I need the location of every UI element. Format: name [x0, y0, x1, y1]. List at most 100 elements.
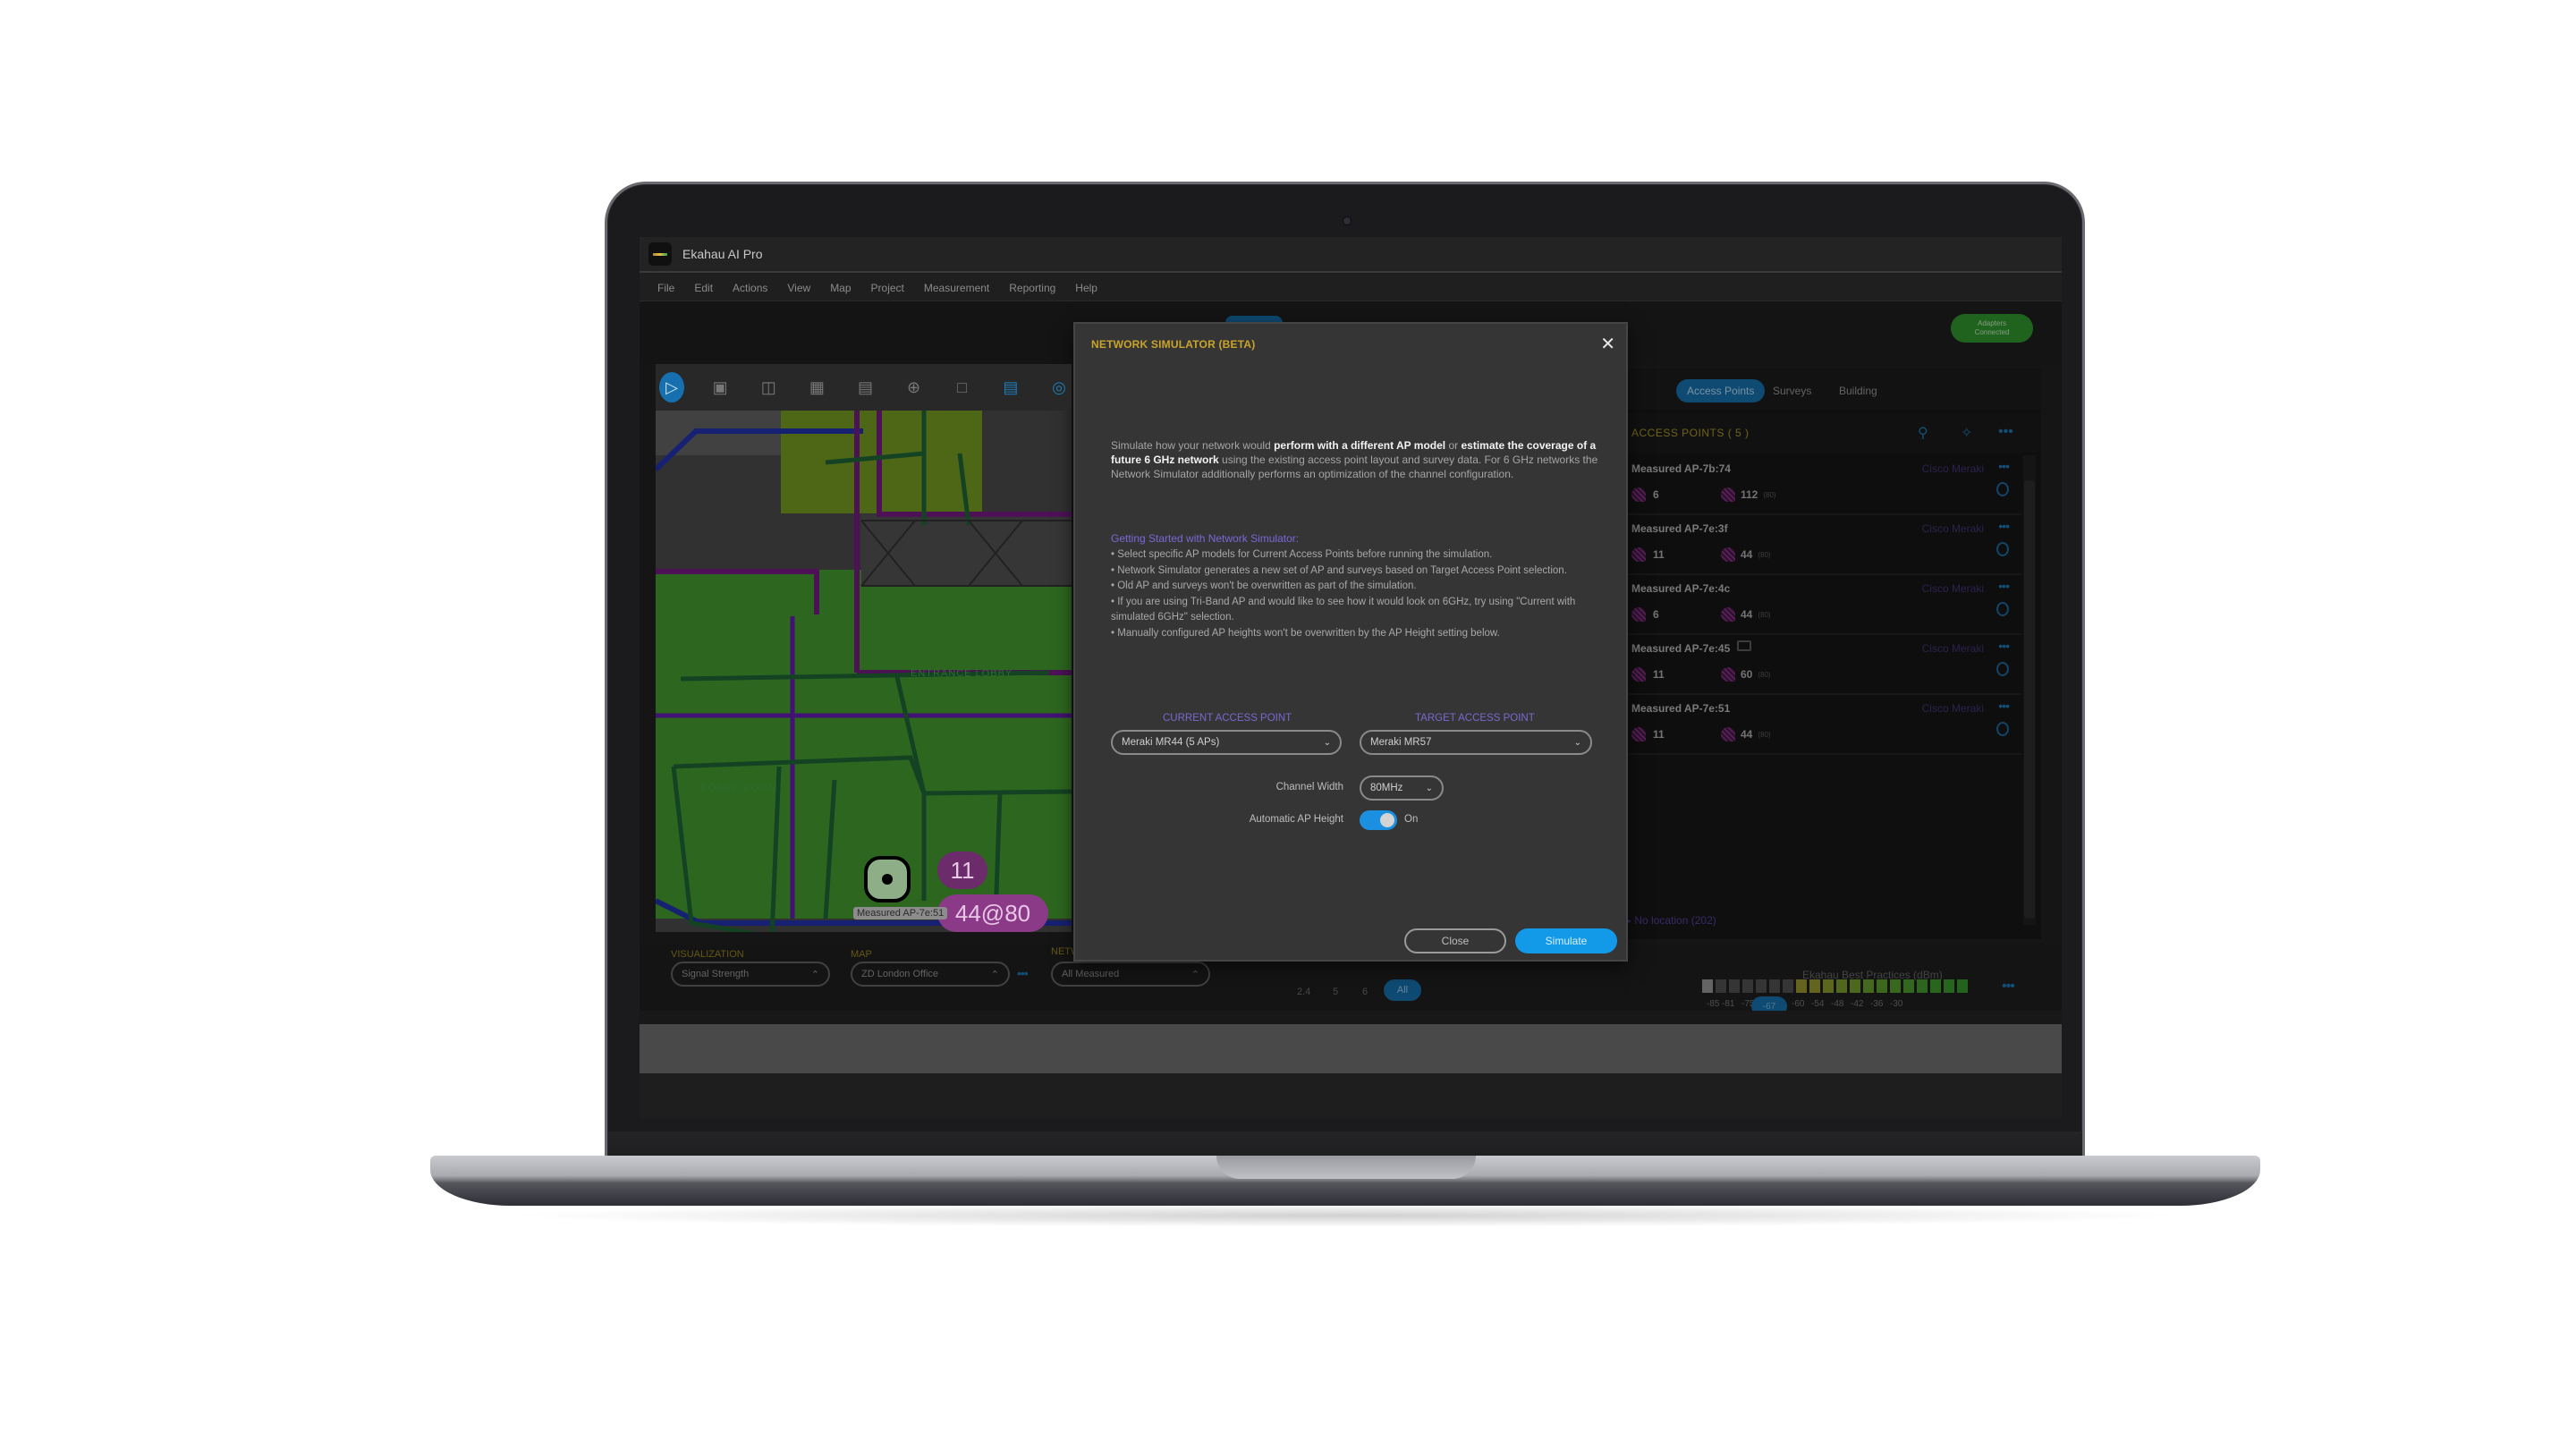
- map-select[interactable]: ZD London Office ⌃: [851, 962, 1010, 987]
- ap-list-item[interactable]: Measured AP-7e:4c Cisco Meraki ••• 6 44 (80): [1621, 575, 2021, 635]
- title-bar: Ekahau AI Pro: [640, 237, 2062, 273]
- tip-item: If you are using Tri-Band AP and would l…: [1111, 595, 1603, 626]
- close-icon[interactable]: ✕: [1600, 333, 1615, 355]
- channel-24-value: 11: [1653, 728, 1665, 741]
- channel-width-value: 80MHz: [1370, 783, 1403, 793]
- ap-tool-icon[interactable]: ▤: [852, 372, 877, 402]
- band-6[interactable]: 6: [1362, 987, 1368, 997]
- target-ap-label: TARGET ACCESS POINT: [1415, 713, 1535, 724]
- map-toolbar: ▷ ▣ ◫ ▦ ▤ ⊕ □ ▤ ◎: [656, 364, 1072, 411]
- adapters-status-button[interactable]: Adapters Connected: [1951, 314, 2033, 343]
- ap-list-item[interactable]: Measured AP-7e:51 Cisco Meraki ••• 11 44 (80): [1621, 695, 2021, 755]
- ap-channel-24: 11: [1631, 727, 1665, 741]
- more-icon[interactable]: •••: [1998, 424, 2013, 440]
- radio-24-icon: [1631, 487, 1646, 502]
- locate-icon[interactable]: [1996, 722, 2009, 736]
- auto-height-label: Automatic AP Height: [1249, 814, 1343, 825]
- select-tool-icon[interactable]: ▷: [659, 372, 685, 402]
- channel-24-value: 11: [1653, 668, 1665, 681]
- current-ap-select[interactable]: Meraki MR44 (5 APs) ⌄: [1111, 730, 1342, 755]
- visualization-value: Signal Strength: [682, 969, 750, 979]
- menu-help[interactable]: Help: [1075, 282, 1097, 294]
- access-point-marker[interactable]: [864, 856, 911, 902]
- ap-list-item[interactable]: Measured AP-7e:3f Cisco Meraki ••• 11 44 (80): [1621, 515, 2021, 575]
- more-icon[interactable]: •••: [1998, 459, 2010, 473]
- tab-building[interactable]: Building: [1828, 379, 1888, 402]
- no-location-label: No location (202): [1634, 914, 1716, 927]
- menu-edit[interactable]: Edit: [694, 282, 713, 294]
- simulate-button[interactable]: Simulate: [1515, 928, 1617, 953]
- tab-access-points[interactable]: Access Points: [1676, 379, 1766, 402]
- menu-reporting[interactable]: Reporting: [1009, 282, 1055, 294]
- close-button[interactable]: Close: [1404, 928, 1506, 953]
- legend-more-icon[interactable]: •••: [2002, 979, 2015, 995]
- radio-5-icon: [1721, 547, 1735, 562]
- ap-vendor: Cisco Meraki: [1921, 642, 1984, 655]
- search-icon[interactable]: ⚲: [1918, 424, 1928, 442]
- app-title: Ekahau AI Pro: [682, 247, 763, 261]
- tab-surveys[interactable]: Surveys: [1762, 379, 1822, 402]
- menu-view[interactable]: View: [787, 282, 810, 294]
- menu-measurement[interactable]: Measurement: [924, 282, 989, 294]
- current-ap-value: Meraki MR44 (5 APs): [1122, 737, 1220, 748]
- comment-icon[interactable]: [1737, 640, 1751, 651]
- locate-icon[interactable]: [1996, 542, 2009, 556]
- ap-channel-5: 112 (80): [1721, 487, 1776, 502]
- product-shot: Ekahau AI Pro File Edit Actions View Map…: [0, 0, 2576, 1449]
- more-icon[interactable]: •••: [1998, 639, 2010, 653]
- menu-file[interactable]: File: [657, 282, 674, 294]
- more-icon[interactable]: •••: [1998, 579, 2010, 593]
- more-icon[interactable]: •••: [1998, 699, 2010, 713]
- auto-planner-icon[interactable]: ✧: [1961, 424, 1972, 442]
- menu-actions[interactable]: Actions: [733, 282, 767, 294]
- more-icon[interactable]: •••: [1998, 519, 2010, 533]
- network-select[interactable]: All Measured ⌃: [1051, 962, 1210, 987]
- locate-icon[interactable]: [1996, 482, 2009, 496]
- legend-tick-label: -48: [1831, 999, 1844, 1009]
- band-all[interactable]: All: [1384, 979, 1421, 1001]
- ap-list-item[interactable]: Measured AP-7b:74 Cisco Meraki ••• 6 112 (80): [1621, 455, 2021, 515]
- channel-width-value: (80): [1758, 550, 1771, 559]
- wall-tool-icon[interactable]: ▦: [804, 372, 829, 402]
- locate-icon[interactable]: [1996, 602, 2009, 616]
- signal-legend-bar: [1702, 979, 1968, 993]
- auto-ap-tool-icon[interactable]: ▤: [998, 372, 1023, 402]
- area-tool-icon[interactable]: □: [950, 372, 975, 402]
- channel-width-select[interactable]: 80MHz ⌄: [1360, 775, 1444, 801]
- target-ap-select[interactable]: Meraki MR57 ⌄: [1360, 730, 1592, 755]
- dialog-intro: Simulate how your network would perform …: [1111, 438, 1598, 481]
- floor-plan-map[interactable]: ▷ ▣ ◫ ▦ ▤ ⊕ □ ▤ ◎ ENTRANCE LOBBY BOARD R…: [656, 364, 1072, 932]
- window-tool-icon[interactable]: ▣: [708, 372, 733, 402]
- radio-24-icon: [1631, 667, 1646, 682]
- locate-icon[interactable]: [1996, 662, 2009, 676]
- channel-5-value: 44: [1741, 728, 1753, 741]
- legend-swatch: [1930, 979, 1941, 993]
- ap-vendor: Cisco Meraki: [1921, 522, 1984, 535]
- visualization-select[interactable]: Signal Strength ⌃: [671, 962, 830, 987]
- legend-swatch: [1877, 979, 1887, 993]
- ap-name: Measured AP-7e:4c: [1631, 582, 1731, 595]
- ap-list-item[interactable]: Measured AP-7e:45 Cisco Meraki ••• 11 60 (80): [1621, 635, 2021, 695]
- map-more-icon[interactable]: •••: [1017, 966, 1029, 980]
- menu-project[interactable]: Project: [871, 282, 904, 294]
- chevron-down-icon: ⌄: [1573, 737, 1581, 748]
- target-ap-value: Meraki MR57: [1370, 737, 1432, 748]
- floor-plan-drawing: [656, 411, 1072, 932]
- footer-strip: [640, 1024, 2062, 1073]
- ekahau-logo-icon: [648, 242, 672, 266]
- survey-tool-icon[interactable]: ◎: [1046, 372, 1072, 402]
- ap-channel-5: 60 (80): [1721, 667, 1771, 682]
- ap-vendor: Cisco Meraki: [1921, 462, 1984, 475]
- legend-swatch: [1850, 979, 1860, 993]
- auto-height-toggle[interactable]: [1360, 810, 1397, 830]
- band-5[interactable]: 5: [1333, 987, 1338, 997]
- ap-channel-5: 44 (80): [1721, 547, 1771, 562]
- scrollbar-thumb[interactable]: [2024, 480, 2035, 919]
- no-location-group[interactable]: ▸ No location (202): [1626, 914, 1716, 927]
- selected-ap-label: Measured AP-7e:51: [853, 907, 948, 919]
- comment-tool-icon[interactable]: ◫: [756, 372, 781, 402]
- target-tool-icon[interactable]: ⊕: [902, 372, 927, 402]
- menu-map[interactable]: Map: [830, 282, 851, 294]
- band-24[interactable]: 2.4: [1297, 987, 1310, 997]
- channel-width-value: (80): [1763, 490, 1776, 499]
